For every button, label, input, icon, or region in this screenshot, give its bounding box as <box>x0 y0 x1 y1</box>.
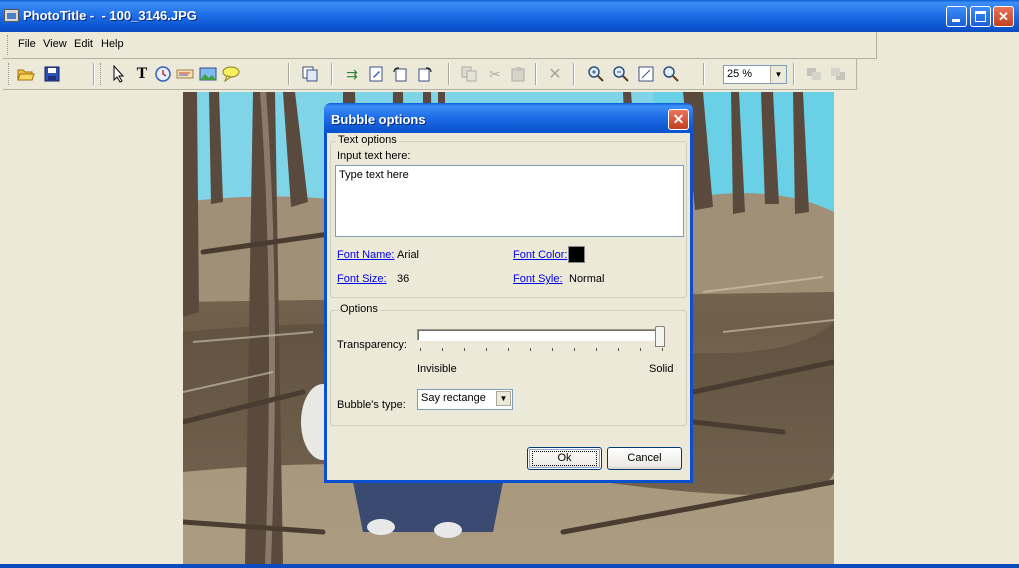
open-folder-icon[interactable] <box>17 65 35 83</box>
slider-tick <box>442 348 443 351</box>
bubble-text-value: Type text here <box>339 169 409 181</box>
toolbar-grip-2[interactable] <box>100 63 103 85</box>
maximize-button[interactable] <box>970 6 991 27</box>
save-disk-icon[interactable] <box>43 65 61 83</box>
rotate-right-icon[interactable] <box>416 65 434 83</box>
close-icon: ✕ <box>672 111 685 127</box>
add-item-icon[interactable]: ⇉ <box>343 65 361 83</box>
chevron-down-icon[interactable]: ▼ <box>496 391 511 406</box>
slider-tick <box>618 348 619 351</box>
toolbar-separator-7 <box>703 63 705 85</box>
font-name-value: Arial <box>397 249 420 261</box>
picture-icon[interactable] <box>199 65 217 83</box>
font-name-link[interactable]: Font Name: <box>337 249 394 261</box>
window-title: PhotoTitle - - 100_3146.JPG <box>23 8 197 23</box>
slider-tick <box>486 348 487 351</box>
font-style-link[interactable]: Font Syle: <box>513 273 563 285</box>
bubble-options-dialog: Bubble options ✕ Text options Input text… <box>324 103 693 483</box>
toolbar-separator <box>93 63 95 85</box>
bubble-type-label: Bubble's type: <box>337 399 406 411</box>
toolbar-separator-5 <box>535 63 537 85</box>
zoom-value: 25 % <box>727 68 753 80</box>
app-icon[interactable] <box>4 9 19 22</box>
bubble-text-input[interactable]: Type text here <box>335 165 684 237</box>
zoom-in-icon[interactable] <box>587 65 605 83</box>
toolbar-separator-8 <box>793 63 795 85</box>
toolbar-grip[interactable] <box>8 63 11 85</box>
toolbar-separator-2 <box>288 63 290 85</box>
transparency-label: Transparency: <box>337 339 407 351</box>
font-color-link[interactable]: Font Color: <box>513 249 567 261</box>
fit-window-icon[interactable] <box>637 65 655 83</box>
slider-tick <box>508 348 509 351</box>
close-icon: ✕ <box>998 9 1009 24</box>
transparency-max-label: Solid <box>649 363 674 375</box>
minimize-icon <box>952 19 960 22</box>
title-bar: PhotoTitle - - 100_3146.JPG ✕ <box>0 0 1019 32</box>
focus-rectangle <box>532 451 597 466</box>
actual-size-icon[interactable] <box>662 65 680 83</box>
slider-tick <box>662 348 663 351</box>
cancel-button-label: Cancel <box>627 452 662 464</box>
slider-tick <box>574 348 575 351</box>
menu-view[interactable]: View <box>43 38 67 50</box>
window-bottom-border <box>0 564 1019 568</box>
bubble-type-dropdown[interactable]: Say rectange ▼ <box>417 389 513 410</box>
copy-pages-icon[interactable] <box>301 65 319 83</box>
close-button[interactable]: ✕ <box>993 6 1014 27</box>
menu-file[interactable]: File <box>18 38 36 50</box>
toolbar-separator-4 <box>448 63 450 85</box>
transparency-min-label: Invisible <box>417 363 457 375</box>
options-legend: Options <box>338 303 380 315</box>
menu-help[interactable]: Help <box>101 38 124 50</box>
toolbar-separator-6 <box>573 63 575 85</box>
dialog-title-bar: Bubble options ✕ <box>324 103 693 133</box>
menu-bar: File View Edit Help <box>3 32 877 59</box>
bring-forward-icon[interactable] <box>805 65 823 83</box>
zoom-out-icon[interactable] <box>612 65 630 83</box>
dialog-title: Bubble options <box>331 112 426 127</box>
marker-icon[interactable] <box>176 65 194 83</box>
paste-icon[interactable] <box>510 65 528 83</box>
menu-grip[interactable] <box>7 35 10 55</box>
rotate-left-icon[interactable] <box>391 65 409 83</box>
edit-item-icon[interactable] <box>367 65 385 83</box>
toolbar-separator-3 <box>331 63 333 85</box>
font-size-value: 36 <box>397 273 410 285</box>
ok-button[interactable]: Ok <box>527 447 602 470</box>
input-text-label: Input text here: <box>337 150 411 162</box>
maximize-icon <box>975 11 986 22</box>
font-size-link[interactable]: Font Size: <box>337 273 387 285</box>
toolbar: T ⇉ ✂ ✕ 25 % ▼ <box>3 59 857 90</box>
font-color-swatch[interactable] <box>568 246 585 263</box>
transparency-slider-thumb[interactable] <box>655 326 665 347</box>
cancel-button[interactable]: Cancel <box>607 447 682 470</box>
text-tool-icon[interactable]: T <box>133 65 151 83</box>
copy-icon[interactable] <box>460 65 478 83</box>
zoom-dropdown[interactable]: 25 % ▼ <box>723 65 787 84</box>
bubble-type-value: Say rectange <box>421 392 486 404</box>
transparency-slider-track[interactable] <box>417 329 665 341</box>
delete-icon[interactable]: ✕ <box>546 65 564 83</box>
cut-icon[interactable]: ✂ <box>486 65 504 83</box>
slider-tick <box>640 348 641 351</box>
slider-tick <box>420 348 421 351</box>
slider-tick <box>530 348 531 351</box>
text-options-legend: Text options <box>336 134 399 146</box>
slider-tick <box>464 348 465 351</box>
menu-edit[interactable]: Edit <box>74 38 93 50</box>
slider-tick <box>552 348 553 351</box>
minimize-button[interactable] <box>946 6 967 27</box>
dialog-close-button[interactable]: ✕ <box>668 109 689 130</box>
font-style-value: Normal <box>569 273 605 285</box>
select-arrow-icon[interactable] <box>110 65 128 83</box>
clock-icon[interactable] <box>154 65 172 83</box>
send-backward-icon[interactable] <box>829 65 847 83</box>
dialog-body: Text options Input text here: Type text … <box>327 133 690 480</box>
slider-tick <box>596 348 597 351</box>
chevron-down-icon[interactable]: ▼ <box>770 66 786 83</box>
speech-bubble-icon[interactable] <box>222 65 240 83</box>
